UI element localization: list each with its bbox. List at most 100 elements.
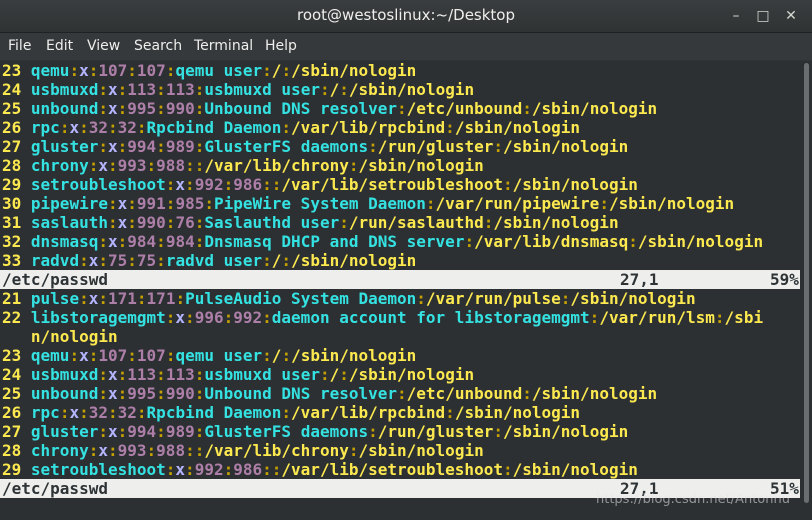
token-desc: usbmuxd user <box>204 365 320 384</box>
menu-search[interactable]: Search <box>134 38 182 54</box>
token-col: : <box>194 232 205 251</box>
line-number: 28 <box>2 441 31 460</box>
line-number: 33 <box>2 251 31 270</box>
token-col: : <box>204 194 214 213</box>
token-col: : <box>194 137 205 156</box>
token-path: /sbin/nologin <box>348 80 475 99</box>
token-desc: qemu user <box>175 346 263 365</box>
menu-view[interactable]: View <box>87 38 120 54</box>
token-col: : <box>339 80 349 99</box>
token-user: unbound <box>30 99 99 118</box>
token-path: /etc/unbound <box>406 384 523 403</box>
token-x: x <box>107 232 118 251</box>
menu-terminal[interactable]: Terminal <box>194 38 253 54</box>
text-line: 26 rpc:x:32:32:Rpcbind Daemon:/var/lib/r… <box>2 118 580 137</box>
token-x: x <box>69 118 80 137</box>
token-col: : <box>98 232 108 251</box>
line-number: 27 <box>2 137 31 156</box>
token-desc: Rpcbind Daemon <box>146 403 282 422</box>
token-col: : <box>117 365 128 384</box>
token-col: : <box>262 308 272 327</box>
token-path: /sbin/nologin <box>570 289 696 308</box>
token-col: : <box>117 384 128 403</box>
token-path: /sbin/nologin <box>512 460 638 479</box>
token-col: : <box>117 80 128 99</box>
status-percent: 59% <box>770 270 799 289</box>
token-num: 171 <box>146 289 176 308</box>
text-line: 21 pulse:x:171:171:PulseAudio System Dae… <box>2 289 696 308</box>
token-col: : <box>425 194 436 213</box>
token-desc: radvd user <box>165 251 263 270</box>
token-col: : <box>194 384 205 403</box>
token-x: x <box>79 346 89 365</box>
maximize-icon[interactable]: □ <box>752 5 774 27</box>
token-col: : <box>98 99 108 118</box>
token-col: : <box>165 346 176 365</box>
token-col: : <box>368 137 378 156</box>
menu-file[interactable]: File <box>8 38 31 54</box>
menu-edit[interactable]: Edit <box>46 38 73 54</box>
token-col: : <box>493 137 503 156</box>
line-number: 28 <box>2 156 31 175</box>
token-col: : <box>88 346 99 365</box>
token-path: /sbin/nologin <box>531 99 658 118</box>
line-number: 29 <box>2 175 31 194</box>
token-col: : <box>194 422 205 441</box>
token-col: : <box>69 346 80 365</box>
token-num: 107 <box>136 61 166 80</box>
token-user: chrony <box>30 441 89 460</box>
close-icon[interactable]: ✕ <box>780 5 802 27</box>
scrollbar-thumb[interactable] <box>804 63 809 503</box>
token-path: /var/lib/chrony <box>204 441 349 460</box>
token-col: : <box>117 232 128 251</box>
token-user: setroubleshoot <box>30 460 166 479</box>
token-num: 113 <box>165 80 195 99</box>
token-path: /var/lib/rpcbind <box>291 118 446 137</box>
line-number: 25 <box>2 384 31 403</box>
token-desc: Unbound DNS resolver <box>204 384 398 403</box>
token-user: usbmuxd <box>30 365 99 384</box>
token-num: 991 <box>136 194 166 213</box>
token-path: /etc/unbound <box>406 99 523 118</box>
terminal-area[interactable]: 23 qemu:x:107:107:qemu user:/:/sbin/nolo… <box>0 61 800 520</box>
token-col: : <box>108 118 118 137</box>
token-x: x <box>88 251 99 270</box>
token-num: 993 <box>117 441 147 460</box>
token-path: /var/lib/chrony <box>204 156 349 175</box>
token-desc: Rpcbind Daemon <box>146 118 282 137</box>
minimize-icon[interactable]: – <box>725 5 747 27</box>
title-bar[interactable]: root@westoslinux:~/Desktop – □ ✕ <box>0 0 812 33</box>
token-col: :: <box>185 441 205 460</box>
token-col: : <box>281 403 292 422</box>
token-col: : <box>445 118 455 137</box>
terminal-window: root@westoslinux:~/Desktop – □ ✕ File Ed… <box>0 0 812 520</box>
token-col: : <box>156 137 166 156</box>
token-path: / <box>271 346 282 365</box>
line-number <box>2 327 31 346</box>
token-col: : <box>194 99 205 118</box>
line-number: 32 <box>2 232 31 251</box>
line-number: 27 <box>2 422 31 441</box>
token-col: : <box>136 403 147 422</box>
token-path: /sbin/nologin <box>291 251 417 270</box>
scrollbar[interactable] <box>800 61 812 520</box>
token-path: /var/run/lsm <box>599 308 715 327</box>
token-path: /sbin/nologin <box>454 118 581 137</box>
token-col: : <box>79 251 89 270</box>
token-col: : <box>108 403 118 422</box>
token-col: : <box>281 251 292 270</box>
token-col: : <box>502 175 513 194</box>
token-user: pulse <box>30 289 80 308</box>
token-col: : <box>98 137 108 156</box>
text-line: 33 radvd:x:75:75:radvd user:/:/sbin/nolo… <box>2 251 416 270</box>
token-col: : <box>262 251 272 270</box>
token-col: : <box>628 232 638 251</box>
token-desc: GlusterFS daemons <box>204 137 369 156</box>
token-col: :: <box>262 175 282 194</box>
token-col: : <box>107 441 118 460</box>
text-line: 31 saslauth:x:990:76:Saslauthd user:/run… <box>2 213 619 232</box>
line-number: 30 <box>2 194 31 213</box>
menu-help[interactable]: Help <box>265 38 297 54</box>
token-path: /sbin/nologin <box>358 441 484 460</box>
token-path: /var/lib/rpcbind <box>291 403 446 422</box>
